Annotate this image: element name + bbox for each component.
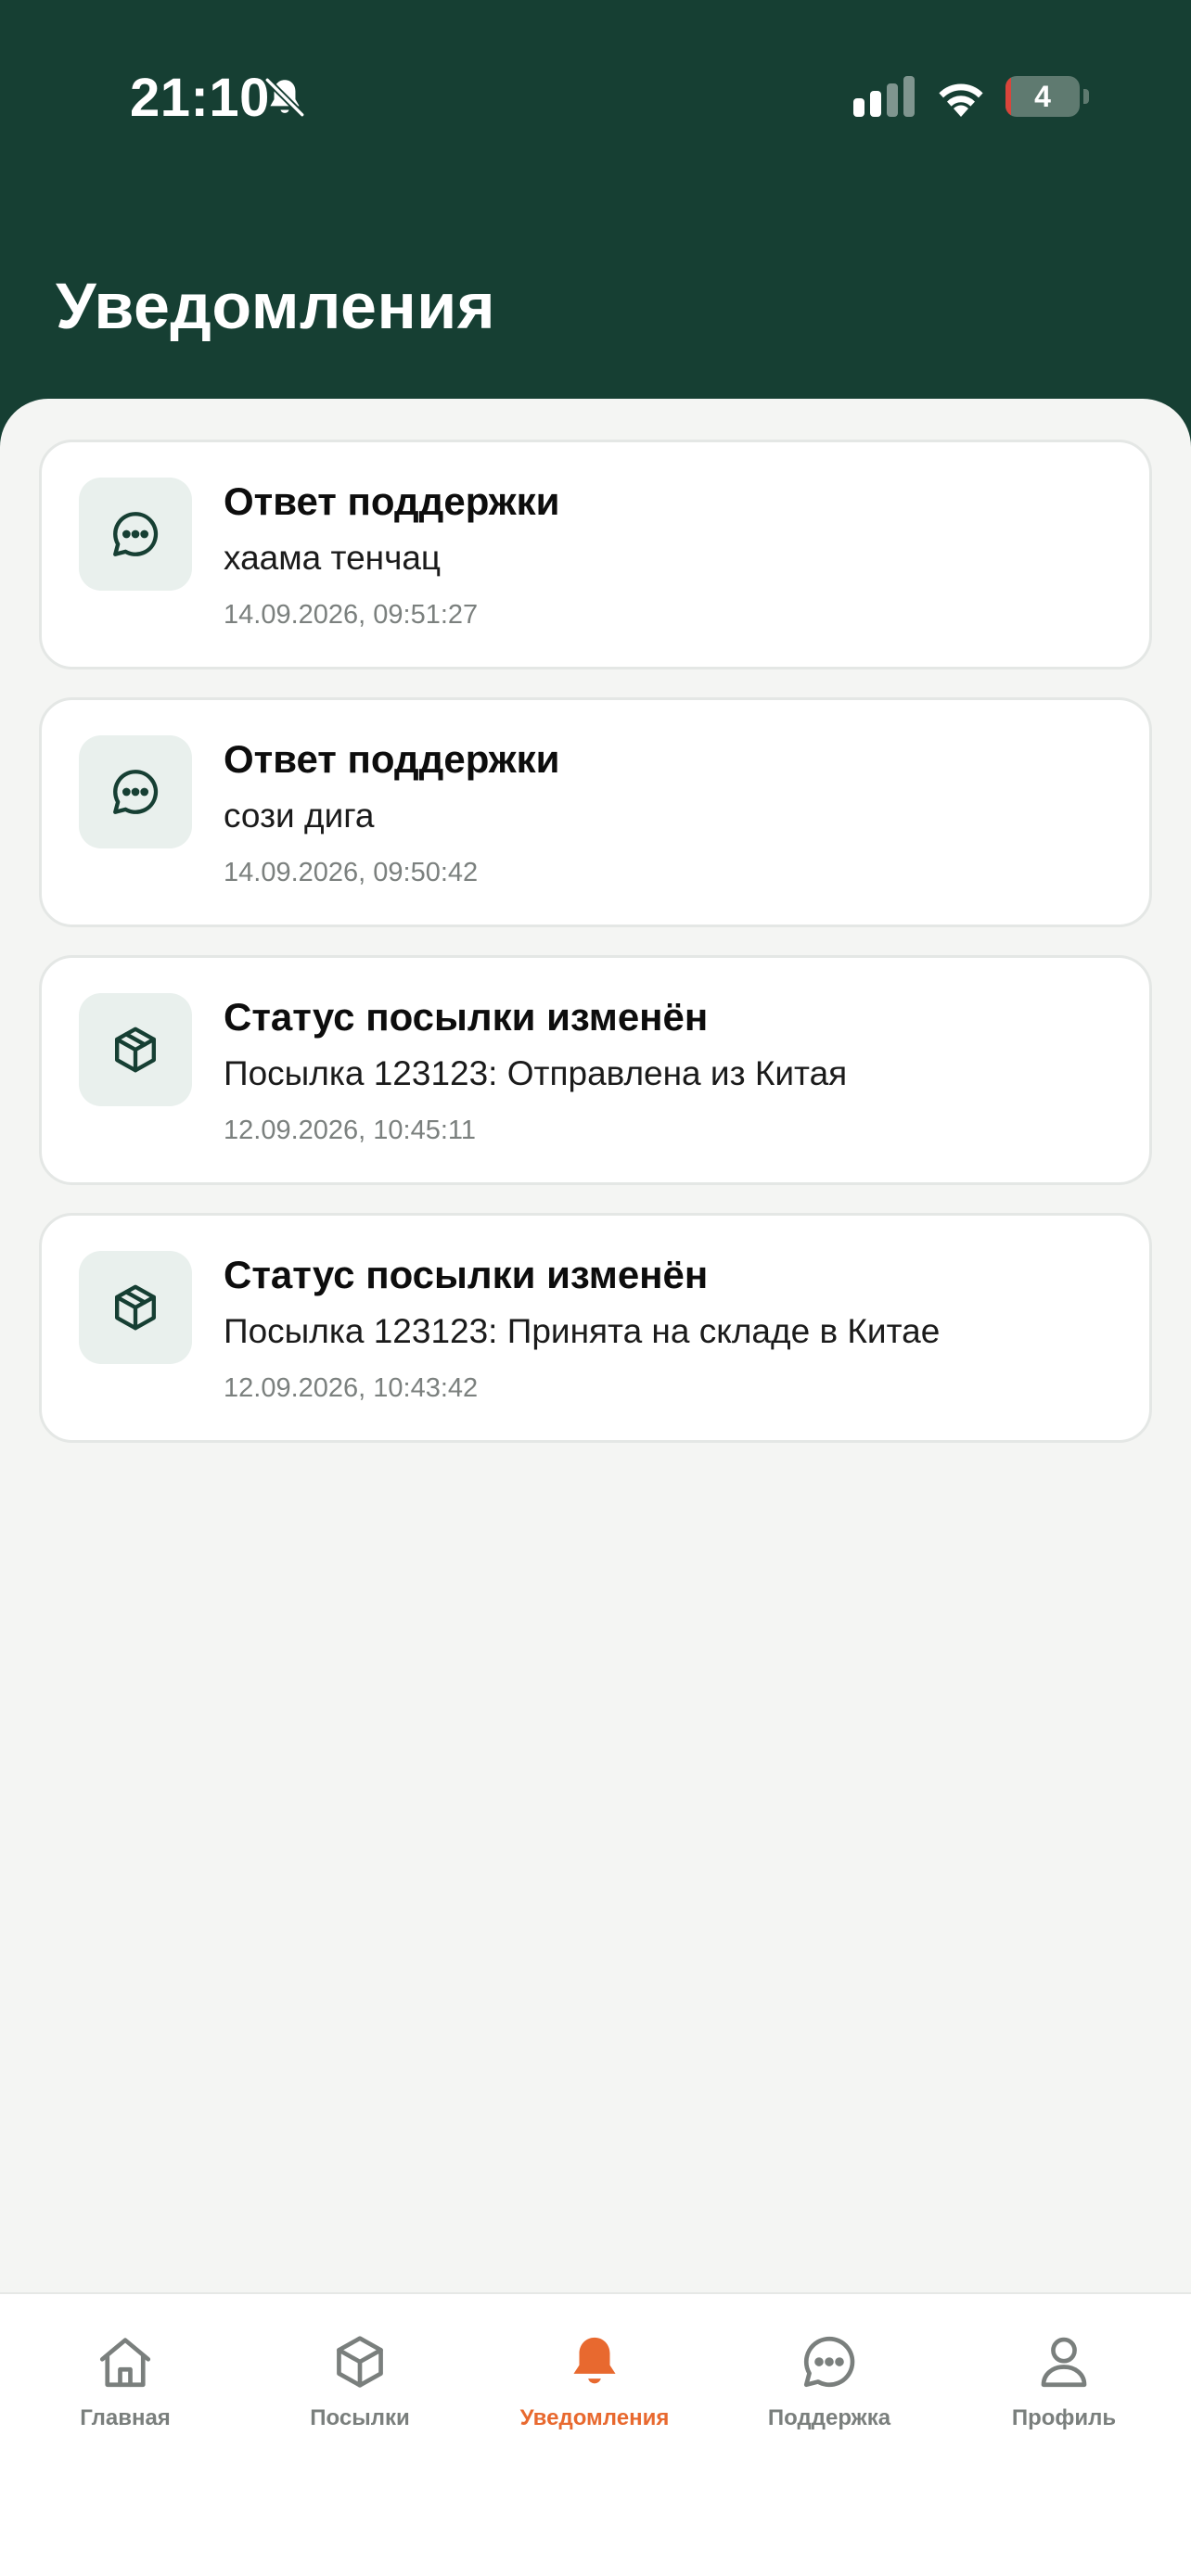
signal-icon xyxy=(853,76,915,117)
notification-card[interactable]: Ответ поддержки сози дига 14.09.2026, 09… xyxy=(39,697,1152,927)
notification-text: сози дига xyxy=(224,797,375,835)
battery-nub xyxy=(1083,89,1089,104)
notification-icon-box xyxy=(79,1251,192,1364)
tab-parcels[interactable]: Посылки xyxy=(241,2331,479,2452)
tab-notifications[interactable]: Уведомления xyxy=(476,2331,713,2452)
notification-time: 14.09.2026, 09:51:27 xyxy=(224,600,479,630)
package-icon xyxy=(115,1027,156,1073)
battery-percent: 4 xyxy=(1034,80,1051,113)
notification-icon-box xyxy=(79,993,192,1106)
tab-label: Профиль xyxy=(1011,2405,1117,2430)
package-icon xyxy=(337,2336,383,2388)
tab-support[interactable]: Поддержка xyxy=(711,2331,948,2452)
header: 21:10 4 Уведомления xyxy=(0,0,1191,464)
bell-icon xyxy=(573,2337,616,2384)
notification-card[interactable]: Статус посылки изменён Посылка 123123: П… xyxy=(39,1213,1152,1443)
bell-off-icon xyxy=(264,77,305,118)
notification-time: 14.09.2026, 09:50:42 xyxy=(224,858,479,887)
notification-icon-box xyxy=(79,735,192,848)
notification-card[interactable]: Ответ поддержки хаама тенчац 14.09.2026,… xyxy=(39,440,1152,670)
notification-text: Посылка 123123: Принята на складе в Кита… xyxy=(224,1312,941,1350)
status-time: 21:10 xyxy=(130,68,270,128)
chat-bubble-icon xyxy=(113,770,159,814)
notification-text: хаама тенчац xyxy=(224,539,442,577)
notification-time: 12.09.2026, 10:43:42 xyxy=(224,1373,479,1403)
page-title: Уведомления xyxy=(56,270,496,342)
notification-icon-box xyxy=(79,478,192,591)
tab-bar: Главная Посылки Уведомления Поддержка Пр… xyxy=(0,2292,1191,2576)
tab-profile[interactable]: Профиль xyxy=(945,2331,1183,2452)
package-icon xyxy=(115,1284,156,1331)
tab-home[interactable]: Главная xyxy=(6,2331,244,2452)
chat-bubble-icon xyxy=(113,512,159,556)
notification-card[interactable]: Статус посылки изменён Посылка 123123: О… xyxy=(39,955,1152,1185)
notification-title: Ответ поддержки xyxy=(224,479,560,523)
notification-text: Посылка 123123: Отправлена из Китая xyxy=(224,1054,848,1092)
tab-label: Главная xyxy=(80,2405,171,2430)
home-icon xyxy=(99,2338,151,2388)
notifications-list: Ответ поддержки хаама тенчац 14.09.2026,… xyxy=(0,399,1191,2290)
tab-label: Посылки xyxy=(310,2405,410,2430)
tab-label: Уведомления xyxy=(519,2405,670,2430)
wifi-icon xyxy=(939,83,983,117)
chat-bubble-icon xyxy=(803,2336,855,2388)
notification-title: Статус посылки изменён xyxy=(224,995,709,1039)
status-bar: 21:10 4 xyxy=(0,0,1191,195)
notification-title: Статус посылки изменён xyxy=(224,1253,709,1296)
notification-title: Ответ поддержки xyxy=(224,737,560,781)
notification-time: 12.09.2026, 10:45:11 xyxy=(224,1116,476,1145)
battery-icon: 4 xyxy=(1005,76,1080,117)
tab-label: Поддержка xyxy=(767,2405,891,2430)
user-icon xyxy=(1041,2337,1087,2388)
